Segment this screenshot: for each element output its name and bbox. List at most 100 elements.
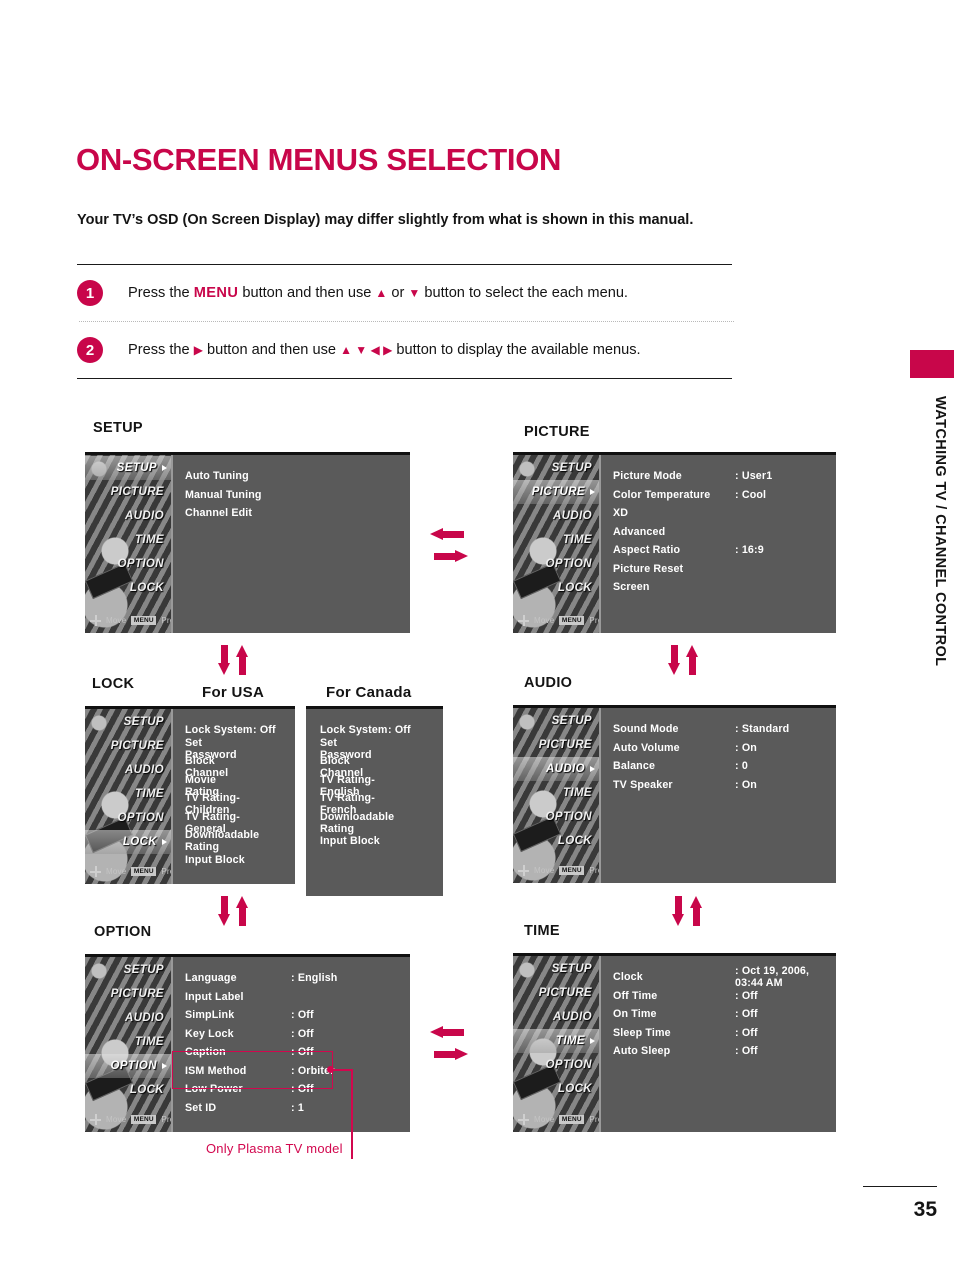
menu-key-badge: MENU bbox=[131, 1115, 157, 1124]
osd-row[interactable]: Language: English bbox=[185, 969, 410, 988]
osd-row[interactable]: Set ID: 1 bbox=[185, 1099, 410, 1118]
osd-menu-item-option[interactable]: OPTION bbox=[513, 805, 599, 829]
osd-row[interactable]: Downloadable Rating bbox=[185, 829, 295, 853]
osd-menu-item-time[interactable]: TIME bbox=[513, 781, 599, 805]
osd-row[interactable]: Input Block bbox=[185, 851, 295, 870]
osd-row[interactable]: Auto Sleep: Off bbox=[613, 1042, 836, 1061]
osd-menu-item-lock[interactable]: LOCK bbox=[513, 576, 599, 600]
osd-menu-item-option[interactable]: OPTION bbox=[513, 552, 599, 576]
label-for-canada: For Canada bbox=[326, 684, 412, 701]
osd-row[interactable]: Off Time: Off bbox=[613, 987, 836, 1006]
osd-row[interactable]: TV Speaker: On bbox=[613, 776, 836, 795]
osd-row[interactable]: Auto Volume: On bbox=[613, 739, 836, 758]
osd-row[interactable]: On Time: Off bbox=[613, 1005, 836, 1024]
step-1-text: Press the MENU button and then use ▲ or … bbox=[128, 285, 628, 301]
osd-menu-item-lock[interactable]: LOCK bbox=[85, 1078, 171, 1102]
osd-menu-item-picture[interactable]: PICTURE bbox=[85, 480, 171, 504]
osd-menu-item-option[interactable]: OPTION bbox=[85, 1054, 171, 1078]
osd-menu-item-time[interactable]: TIME bbox=[85, 782, 171, 806]
osd-row[interactable]: SimpLink: Off bbox=[185, 1006, 410, 1025]
osd-row-label: Clock bbox=[613, 971, 643, 984]
osd-footer-hints: Move MENU Prev bbox=[513, 865, 599, 876]
osd-menu-item-picture[interactable]: PICTURE bbox=[513, 733, 599, 757]
osd-menu-item-option[interactable]: OPTION bbox=[85, 552, 171, 576]
osd-row-value: : Cool bbox=[735, 488, 767, 501]
arrow-right-icon bbox=[434, 1048, 468, 1061]
osd-row[interactable]: ISM Method: Orbiter bbox=[185, 1062, 410, 1081]
osd-row[interactable]: Auto Tuning bbox=[185, 467, 410, 486]
divider-bottom bbox=[77, 378, 732, 379]
osd-menu-item-picture[interactable]: PICTURE bbox=[513, 981, 599, 1005]
osd-menu-item-audio[interactable]: AUDIO bbox=[513, 1005, 599, 1029]
osd-menu-item-setup[interactable]: SETUP bbox=[513, 709, 599, 733]
osd-row[interactable]: Key Lock: Off bbox=[185, 1025, 410, 1044]
osd-menu-item-lock[interactable]: LOCK bbox=[513, 1077, 599, 1101]
osd-menu-item-picture[interactable]: PICTURE bbox=[85, 982, 171, 1006]
osd-menu-item-option[interactable]: OPTION bbox=[85, 806, 171, 830]
osd-row[interactable]: Sound Mode: Standard bbox=[613, 720, 836, 739]
osd-menu-item-audio[interactable]: AUDIO bbox=[85, 504, 171, 528]
osd-row[interactable]: Screen bbox=[613, 578, 836, 597]
osd-row[interactable]: Manual Tuning bbox=[185, 486, 410, 505]
osd-menu-item-audio[interactable]: AUDIO bbox=[85, 758, 171, 782]
osd-row[interactable]: Downloadable Rating bbox=[320, 811, 443, 835]
osd-menu-item-lock[interactable]: LOCK bbox=[85, 830, 171, 854]
osd-row-value: : Off bbox=[253, 724, 276, 737]
osd-row[interactable]: Balance: 0 bbox=[613, 757, 836, 776]
osd-menu-item-audio[interactable]: AUDIO bbox=[513, 757, 599, 781]
osd-row[interactable]: Aspect Ratio: 16:9 bbox=[613, 541, 836, 560]
osd-menu-item-setup[interactable]: SETUP bbox=[85, 710, 171, 734]
osd-menu-item-picture[interactable]: PICTURE bbox=[85, 734, 171, 758]
osd-menu-item-option[interactable]: OPTION bbox=[513, 1053, 599, 1077]
arrow-pair-vertical-picture-audio bbox=[668, 645, 708, 677]
arrow-up-icon bbox=[236, 645, 249, 675]
osd-row[interactable]: Picture Reset bbox=[613, 560, 836, 579]
osd-menu-item-time[interactable]: TIME bbox=[85, 528, 171, 552]
osd-row-label: Auto Volume bbox=[613, 741, 680, 754]
osd-row[interactable]: Channel Edit bbox=[185, 504, 410, 523]
osd-menu-item-setup[interactable]: SETUP bbox=[513, 957, 599, 981]
osd-menu-item-time[interactable]: TIME bbox=[513, 528, 599, 552]
osd-row[interactable]: Color Temperature: Cool bbox=[613, 486, 836, 505]
osd-row-label: Manual Tuning bbox=[185, 488, 262, 501]
osd-menu-item-setup[interactable]: SETUP bbox=[85, 958, 171, 982]
step-2: 2 Press the ▶ button and then use ▲ ▼ ◀ … bbox=[77, 322, 732, 378]
arrow-pair-horizontal-bottom bbox=[430, 1026, 486, 1066]
osd-menu-item-picture[interactable]: PICTURE bbox=[513, 480, 599, 504]
step-1-keyword: MENU bbox=[193, 285, 239, 301]
osd-panel-time[interactable]: SETUP PICTURE AUDIO TIME OPTION LOCK Move MENU P… bbox=[513, 953, 836, 1132]
osd-row[interactable]: Clock: Oct 19, 2006, 03:44 AM bbox=[613, 965, 836, 989]
step-1-conj: or bbox=[387, 285, 409, 301]
osd-panel-setup[interactable]: SETUP PICTURE AUDIO TIME OPTION LOCK Move MENU P… bbox=[85, 452, 410, 633]
osd-panel-audio[interactable]: SETUP PICTURE AUDIO TIME OPTION LOCK Move MENU P… bbox=[513, 705, 836, 883]
footer-prev-label: Prev bbox=[589, 1115, 599, 1124]
osd-menu-item-lock[interactable]: LOCK bbox=[85, 576, 171, 600]
osd-panel-picture[interactable]: SETUP PICTURE AUDIO TIME OPTION LOCK Move MENU P… bbox=[513, 452, 836, 633]
osd-menu-item-audio[interactable]: AUDIO bbox=[85, 1006, 171, 1030]
osd-menu-item-setup[interactable]: SETUP bbox=[513, 456, 599, 480]
osd-row-label: Channel Edit bbox=[185, 507, 253, 520]
osd-menu-item-setup[interactable]: SETUP bbox=[85, 456, 171, 480]
step-2-pre: Press the bbox=[128, 342, 194, 358]
osd-menu-item-audio[interactable]: AUDIO bbox=[513, 504, 599, 528]
osd-row[interactable]: Input Block bbox=[320, 832, 443, 851]
osd-row-label: Picture Reset bbox=[613, 562, 684, 575]
osd-menu-item-lock[interactable]: LOCK bbox=[513, 829, 599, 853]
label-for-usa: For USA bbox=[202, 684, 265, 701]
osd-panel-lock-canada[interactable]: Lock System: Off Set Password Block Channe… bbox=[306, 706, 443, 896]
footer-prev-label: Prev bbox=[161, 867, 171, 876]
osd-row[interactable]: Picture Mode: User1 bbox=[613, 467, 836, 486]
osd-menu-item-time[interactable]: TIME bbox=[513, 1029, 599, 1053]
osd-row-value: : On bbox=[735, 778, 757, 791]
osd-panel-option[interactable]: SETUP PICTURE AUDIO TIME OPTION LOCK Move MENU P… bbox=[85, 954, 410, 1132]
osd-row[interactable]: XD bbox=[613, 504, 836, 523]
section-title-vertical: WATCHING TV / CHANNEL CONTROL bbox=[932, 396, 948, 667]
osd-menu-item-time[interactable]: TIME bbox=[85, 1030, 171, 1054]
osd-panel-lock[interactable]: SETUP PICTURE AUDIO TIME OPTION LOCK Move MENU P… bbox=[85, 706, 295, 884]
osd-row[interactable]: Sleep Time: Off bbox=[613, 1024, 836, 1043]
osd-row[interactable]: Low Power: Off bbox=[185, 1080, 410, 1099]
footer-prev-label: Prev bbox=[589, 866, 599, 875]
osd-row[interactable]: Caption: Off bbox=[185, 1043, 410, 1062]
osd-row[interactable]: Input Label bbox=[185, 988, 410, 1007]
osd-row[interactable]: Advanced bbox=[613, 523, 836, 542]
